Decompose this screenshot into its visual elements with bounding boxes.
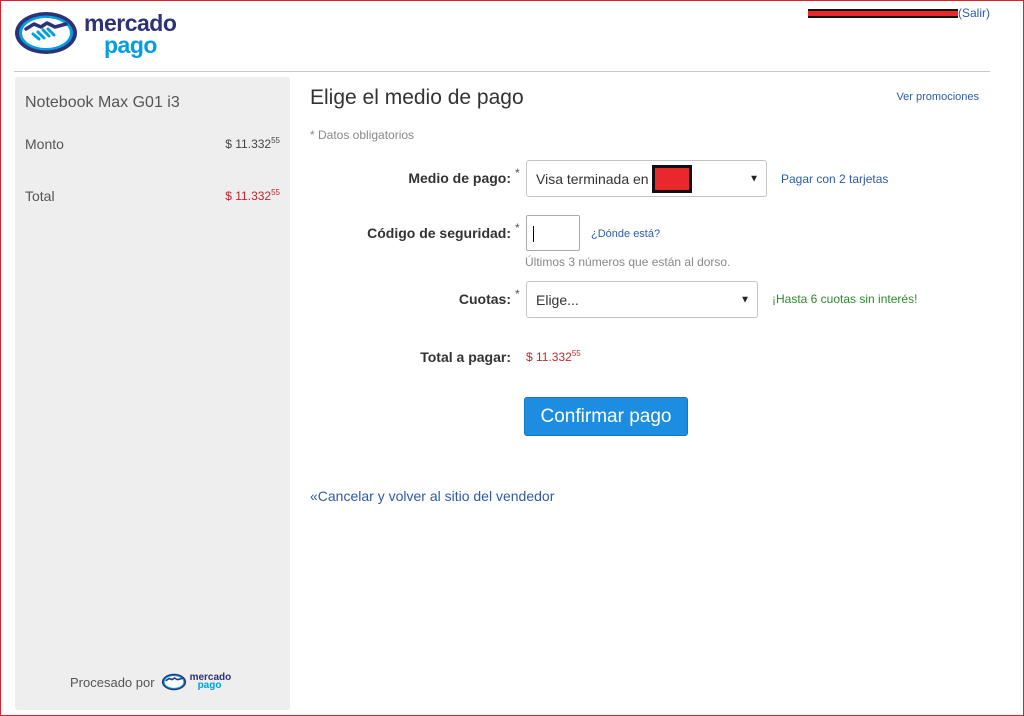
amount-cents: 55 (271, 136, 280, 145)
installments-label: Cuotas: (458, 291, 511, 307)
processed-label: Procesado por (70, 674, 155, 690)
see-promotions-link[interactable]: Ver promociones (896, 91, 979, 103)
security-code-required-mark: * (515, 221, 520, 235)
amount-main: $ 11.332 (225, 137, 272, 151)
processed-by: Procesado por mercado pago (70, 672, 232, 691)
security-code-label: Código de seguridad: (367, 225, 511, 241)
text-cursor (533, 226, 534, 242)
payment-method-label: Medio de pago: (408, 170, 511, 186)
amount-row: Monto $ 11.33255 (25, 136, 280, 152)
total-label: Total (25, 188, 55, 204)
installments-selected: Elige... (536, 291, 579, 308)
total-to-pay-main: $ 11.332 (526, 350, 572, 364)
mini-logo-text: mercado pago (190, 672, 232, 691)
total-row: Total $ 11.33255 (25, 188, 280, 204)
handshake-icon (15, 12, 77, 54)
mini-mercadopago-logo: mercado pago (161, 672, 232, 691)
security-code-input[interactable] (526, 215, 580, 251)
security-code-hint: Últimos 3 números que están al dorso. (525, 255, 731, 269)
total-value: $ 11.33255 (225, 188, 280, 203)
amount-value: $ 11.33255 (225, 136, 280, 151)
logo-wordmark: mercado pago (84, 12, 177, 58)
payment-method-select[interactable]: Visa terminada en ▼ (526, 160, 767, 197)
required-fields-note: * Datos obligatorios (310, 128, 415, 142)
amount-label: Monto (25, 136, 64, 152)
order-summary-sidebar: Notebook Max G01 i3 Monto $ 11.33255 Tot… (15, 77, 290, 710)
payment-method-selected: Visa terminada en (536, 170, 649, 187)
redacted-card-number (651, 164, 692, 193)
total-to-pay-label: Total a pagar: (420, 349, 511, 365)
dropdown-arrow-icon: ▼ (740, 294, 750, 305)
header-divider (14, 71, 990, 72)
product-name: Notebook Max G01 i3 (25, 94, 180, 111)
redacted-user-name (808, 9, 958, 19)
user-bar: (Salir) (808, 6, 990, 20)
installments-promo-text: ¡Hasta 6 cuotas sin interés! (772, 292, 918, 306)
mercadopago-logo[interactable]: mercado pago (14, 10, 194, 58)
logout-link[interactable]: (Salir) (958, 6, 990, 20)
mini-handshake-icon (161, 673, 186, 691)
cancel-and-return-link[interactable]: «Cancelar y volver al sitio del vendedor (310, 488, 554, 504)
dropdown-arrow-icon: ▼ (749, 173, 759, 184)
where-is-it-link[interactable]: ¿Dónde está? (591, 228, 660, 240)
installments-required-mark: * (515, 287, 520, 301)
mini-logo-word-pago: pago (197, 680, 222, 691)
payment-method-required-mark: * (515, 166, 520, 180)
total-to-pay-cents: 55 (571, 349, 581, 358)
confirm-payment-button[interactable]: Confirmar pago (524, 397, 688, 436)
total-cents: 55 (271, 188, 280, 197)
total-main: $ 11.332 (225, 189, 272, 203)
installments-select[interactable]: Elige... ▼ (526, 281, 758, 318)
logo-word-pago: pago (104, 32, 157, 58)
page-title: Elige el medio de pago (310, 86, 524, 109)
pay-with-two-cards-link[interactable]: Pagar con 2 tarjetas (781, 172, 888, 186)
total-to-pay-value: $ 11.33255 (526, 349, 581, 364)
